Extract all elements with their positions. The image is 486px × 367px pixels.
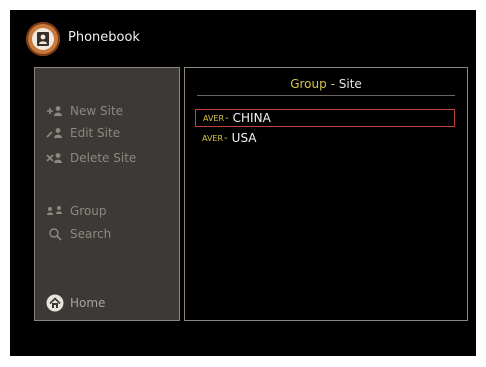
row-group: AVER [203, 113, 225, 123]
row-site: CHINA [232, 111, 271, 125]
edit-contact-icon [44, 127, 66, 139]
sidebar-item-label: Home [70, 296, 106, 310]
group-icon [44, 205, 66, 217]
panel-title-group: Group [290, 77, 327, 91]
panel-title: Group - Site [185, 77, 467, 91]
sidebar-item-search[interactable]: Search [44, 225, 111, 243]
sidebar-item-group[interactable]: Group [44, 202, 107, 220]
sidebar-item-home[interactable]: Home [44, 294, 105, 312]
row-site: USA [231, 131, 257, 145]
row-group: AVER [202, 133, 224, 143]
delete-contact-icon [44, 152, 66, 164]
panel-title-site: Site [338, 77, 362, 91]
site-row-selected[interactable]: AVER - CHINA [195, 109, 455, 127]
home-icon [44, 294, 66, 312]
app-title: Phonebook [68, 30, 140, 45]
sidebar-item-delete-site[interactable]: Delete Site [44, 149, 136, 167]
sidebar-item-label: New Site [70, 104, 124, 118]
site-list-panel: Group - Site AVER - CHINA AVER - USA [184, 67, 468, 321]
add-contact-icon [44, 105, 66, 117]
phonebook-icon [26, 22, 60, 56]
sidebar-item-label: Search [70, 227, 112, 241]
sidebar-item-label: Edit Site [70, 126, 121, 140]
sidebar-item-label: Group [70, 204, 107, 218]
row-separator: - [225, 112, 229, 124]
sidebar-menu: New Site Edit Site Delete Site Group Sea… [34, 67, 180, 321]
panel-title-separator: - [330, 77, 335, 91]
sidebar-item-label: Delete Site [70, 151, 137, 165]
row-separator: - [224, 132, 228, 144]
title-divider [197, 95, 455, 96]
site-row[interactable]: AVER - USA [195, 129, 455, 147]
phonebook-screen: Phonebook New Site Edit Site Delete Site… [10, 10, 476, 356]
sidebar-item-edit-site[interactable]: Edit Site [44, 124, 120, 142]
search-icon [44, 227, 66, 241]
sidebar-item-new-site[interactable]: New Site [44, 102, 123, 120]
